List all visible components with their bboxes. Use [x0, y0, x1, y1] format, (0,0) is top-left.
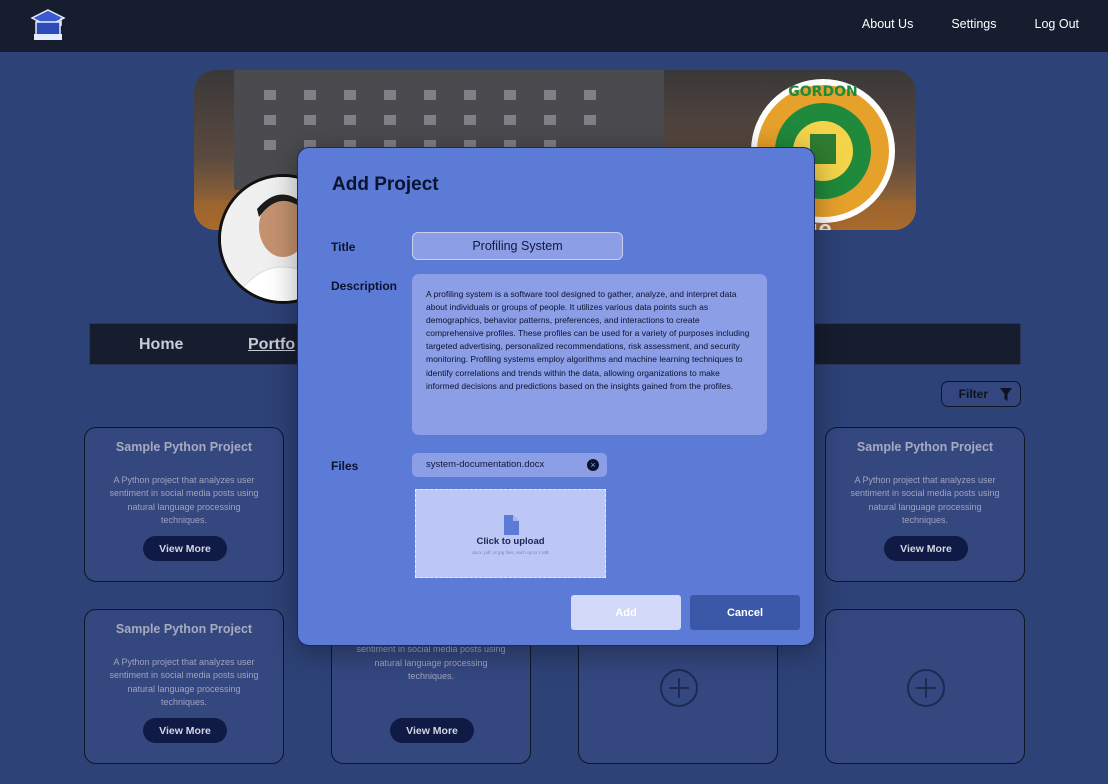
file-upload-dropzone[interactable]: Click to upload docx, pdf, or jpg files,…	[415, 489, 606, 578]
add-project-card[interactable]	[825, 609, 1025, 764]
card-description: A Python project that analyzes user sent…	[109, 475, 259, 525]
settings-link[interactable]: Settings	[951, 17, 996, 31]
card-description: A Python project that analyzes user sent…	[109, 657, 259, 707]
card-description: A Python project that analyzes user sent…	[850, 475, 1000, 525]
card-title: Sample Python Project	[115, 440, 253, 454]
attached-file-chip: system-documentation.docx ×	[412, 453, 607, 477]
logo-icon[interactable]	[28, 6, 68, 46]
title-input[interactable]: Profiling System	[412, 232, 623, 260]
view-more-button[interactable]: View More	[390, 718, 474, 743]
upload-subtitle: docx, pdf, or jpg files, each up to 1 MB	[472, 550, 549, 555]
log-out-link[interactable]: Log Out	[1035, 17, 1079, 31]
files-label: Files	[331, 459, 359, 473]
document-icon	[504, 515, 519, 535]
title-label: Title	[331, 240, 356, 254]
plus-circle-icon	[660, 669, 698, 707]
funnel-icon	[1000, 387, 1012, 401]
top-navbar: About Us Settings Log Out	[0, 0, 1108, 52]
cancel-button[interactable]: Cancel	[690, 595, 800, 630]
view-more-button[interactable]: View More	[143, 718, 227, 743]
about-us-link[interactable]: About Us	[862, 17, 913, 31]
file-name: system-documentation.docx	[426, 459, 545, 470]
view-more-button[interactable]: View More	[143, 536, 227, 561]
add-button[interactable]: Add	[571, 595, 681, 630]
svg-text:GORDON: GORDON	[788, 84, 857, 100]
card-title: Sample Python Project	[115, 622, 253, 636]
upload-title: Click to upload	[476, 536, 545, 547]
portfolio-tab[interactable]: Portfo	[248, 336, 295, 354]
remove-file-icon[interactable]: ×	[587, 459, 599, 471]
project-card[interactable]: Sample Python Project A Python project t…	[825, 427, 1025, 582]
filter-button[interactable]: Filter	[941, 381, 1021, 407]
description-label: Description	[331, 279, 398, 293]
view-more-button[interactable]: View More	[884, 536, 968, 561]
home-tab[interactable]: Home	[139, 336, 183, 354]
plus-circle-icon	[907, 669, 945, 707]
card-title: Sample Python Project	[856, 440, 994, 454]
filter-label: Filter	[958, 387, 988, 401]
project-card[interactable]: Sample Python Project A Python project t…	[84, 609, 284, 764]
description-textarea[interactable]: A profiling system is a software tool de…	[412, 274, 767, 435]
add-project-modal: Add Project Title Profiling System Descr…	[297, 147, 815, 646]
project-card[interactable]: Sample Python Project A Python project t…	[84, 427, 284, 582]
modal-title: Add Project	[332, 174, 439, 195]
